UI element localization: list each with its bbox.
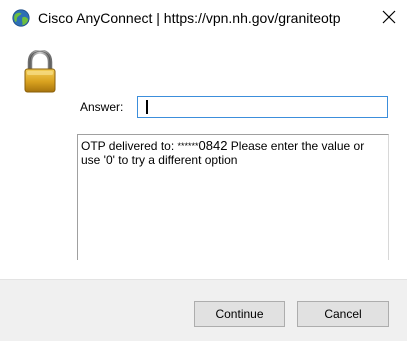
answer-label: Answer: (80, 100, 124, 114)
cancel-button[interactable]: Cancel (297, 301, 389, 327)
close-icon (382, 10, 396, 24)
padlock-icon (24, 50, 56, 93)
anyconnect-otp-dialog: Cisco AnyConnect | https://vpn.nh.gov/gr… (0, 0, 407, 341)
answer-input[interactable] (137, 96, 388, 118)
button-bar: Continue Cancel (0, 279, 407, 341)
message-prefix: OTP delivered to: (81, 139, 178, 153)
continue-button[interactable]: Continue (194, 301, 285, 327)
phone-last-digits: 0842 (198, 138, 228, 153)
otp-message-box: OTP delivered to: ******0842 Please ente… (77, 134, 389, 260)
title-bar: Cisco AnyConnect | https://vpn.nh.gov/gr… (0, 0, 407, 36)
window-title: Cisco AnyConnect | https://vpn.nh.gov/gr… (38, 10, 341, 26)
cisco-anyconnect-globe-icon (12, 9, 30, 27)
close-button[interactable] (375, 4, 403, 30)
masked-number: ****** (177, 141, 199, 151)
text-cursor (146, 100, 148, 114)
